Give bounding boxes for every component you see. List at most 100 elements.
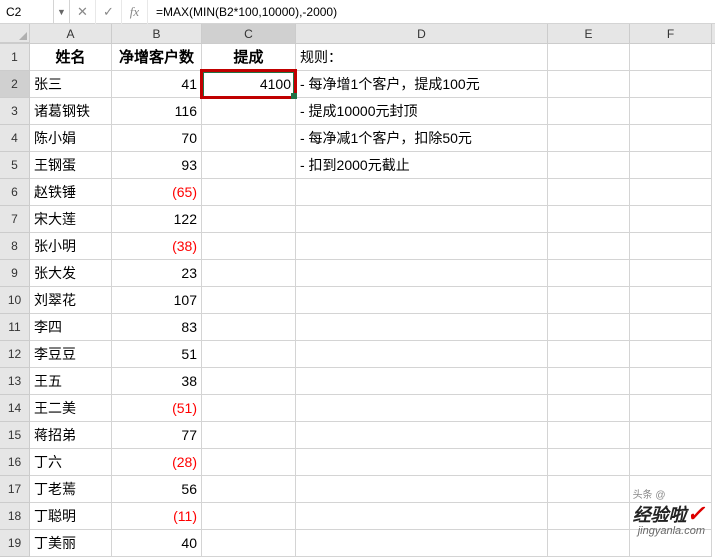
name-cell[interactable]: 丁聪明 xyxy=(30,503,112,530)
count-cell[interactable]: 51 xyxy=(112,341,202,368)
row-header[interactable]: 10 xyxy=(0,287,30,314)
cell[interactable] xyxy=(548,341,630,368)
count-cell[interactable]: 38 xyxy=(112,368,202,395)
count-cell[interactable]: 77 xyxy=(112,422,202,449)
row-header[interactable]: 7 xyxy=(0,206,30,233)
count-cell[interactable]: 122 xyxy=(112,206,202,233)
row-header[interactable]: 11 xyxy=(0,314,30,341)
name-cell[interactable]: 陈小娟 xyxy=(30,125,112,152)
cell[interactable] xyxy=(548,287,630,314)
cell[interactable] xyxy=(630,260,712,287)
commission-cell[interactable] xyxy=(202,530,296,557)
name-cell[interactable]: 王二美 xyxy=(30,395,112,422)
rules-title[interactable]: 规则： xyxy=(296,44,548,71)
row-header[interactable]: 14 xyxy=(0,395,30,422)
row-header[interactable]: 5 xyxy=(0,152,30,179)
commission-cell[interactable] xyxy=(202,125,296,152)
cell[interactable] xyxy=(630,125,712,152)
name-cell[interactable]: 诸葛钢铁 xyxy=(30,98,112,125)
cell[interactable] xyxy=(548,233,630,260)
rule-cell[interactable] xyxy=(296,314,548,341)
name-cell[interactable]: 李四 xyxy=(30,314,112,341)
commission-cell[interactable]: 4100 xyxy=(202,71,296,98)
count-cell[interactable]: (51) xyxy=(112,395,202,422)
cell[interactable] xyxy=(548,422,630,449)
cell[interactable] xyxy=(548,125,630,152)
col-header-c[interactable]: C xyxy=(202,24,296,43)
row-header[interactable]: 1 xyxy=(0,44,30,71)
name-box[interactable]: C2 xyxy=(0,0,54,23)
cell[interactable] xyxy=(548,368,630,395)
name-cell[interactable]: 张三 xyxy=(30,71,112,98)
cell[interactable] xyxy=(548,71,630,98)
cell[interactable] xyxy=(630,206,712,233)
cell[interactable] xyxy=(548,449,630,476)
rule-cell[interactable] xyxy=(296,206,548,233)
col-header-f[interactable]: F xyxy=(630,24,712,43)
cell[interactable] xyxy=(630,449,712,476)
select-all-corner[interactable] xyxy=(0,24,30,43)
header-count[interactable]: 净增客户数 xyxy=(112,44,202,71)
confirm-icon[interactable]: ✓ xyxy=(96,0,122,24)
count-cell[interactable]: 83 xyxy=(112,314,202,341)
rule-cell[interactable]: - 每净减1个客户，扣除50元 xyxy=(296,125,548,152)
rule-cell[interactable] xyxy=(296,395,548,422)
count-cell[interactable]: (28) xyxy=(112,449,202,476)
cell[interactable] xyxy=(548,179,630,206)
col-header-a[interactable]: A xyxy=(30,24,112,43)
rule-cell[interactable] xyxy=(296,476,548,503)
header-name[interactable]: 姓名 xyxy=(30,44,112,71)
name-cell[interactable]: 丁六 xyxy=(30,449,112,476)
commission-cell[interactable] xyxy=(202,206,296,233)
cell[interactable] xyxy=(630,341,712,368)
cell[interactable] xyxy=(548,395,630,422)
cell[interactable] xyxy=(630,152,712,179)
cell[interactable] xyxy=(548,314,630,341)
cell[interactable] xyxy=(630,44,712,71)
name-cell[interactable]: 张大发 xyxy=(30,260,112,287)
row-header[interactable]: 16 xyxy=(0,449,30,476)
row-header[interactable]: 2 xyxy=(0,71,30,98)
commission-cell[interactable] xyxy=(202,260,296,287)
name-cell[interactable]: 赵铁锤 xyxy=(30,179,112,206)
row-header[interactable]: 13 xyxy=(0,368,30,395)
commission-cell[interactable] xyxy=(202,422,296,449)
name-cell[interactable]: 蒋招弟 xyxy=(30,422,112,449)
commission-cell[interactable] xyxy=(202,152,296,179)
count-cell[interactable]: (11) xyxy=(112,503,202,530)
cell[interactable] xyxy=(630,368,712,395)
name-cell[interactable]: 丁老蔫 xyxy=(30,476,112,503)
rule-cell[interactable] xyxy=(296,422,548,449)
cell[interactable] xyxy=(548,206,630,233)
count-cell[interactable]: 23 xyxy=(112,260,202,287)
name-cell[interactable]: 王钢蛋 xyxy=(30,152,112,179)
rule-cell[interactable] xyxy=(296,287,548,314)
cell[interactable] xyxy=(630,395,712,422)
cell[interactable] xyxy=(630,98,712,125)
cell[interactable] xyxy=(630,71,712,98)
cell[interactable] xyxy=(630,233,712,260)
commission-cell[interactable] xyxy=(202,449,296,476)
commission-cell[interactable] xyxy=(202,98,296,125)
cancel-icon[interactable]: ✕ xyxy=(70,0,96,24)
cell[interactable] xyxy=(548,44,630,71)
col-header-d[interactable]: D xyxy=(296,24,548,43)
name-cell[interactable]: 张小明 xyxy=(30,233,112,260)
cell[interactable] xyxy=(548,98,630,125)
commission-cell[interactable] xyxy=(202,287,296,314)
name-cell[interactable]: 王五 xyxy=(30,368,112,395)
commission-cell[interactable] xyxy=(202,476,296,503)
cell[interactable] xyxy=(630,422,712,449)
cell[interactable] xyxy=(548,503,630,530)
count-cell[interactable]: 93 xyxy=(112,152,202,179)
col-header-b[interactable]: B xyxy=(112,24,202,43)
row-header[interactable]: 17 xyxy=(0,476,30,503)
commission-cell[interactable] xyxy=(202,341,296,368)
cell[interactable] xyxy=(548,530,630,557)
rule-cell[interactable] xyxy=(296,503,548,530)
commission-cell[interactable] xyxy=(202,395,296,422)
rule-cell[interactable]: - 每净增1个客户，提成100元 xyxy=(296,71,548,98)
row-header[interactable]: 18 xyxy=(0,503,30,530)
count-cell[interactable]: 41 xyxy=(112,71,202,98)
row-header[interactable]: 12 xyxy=(0,341,30,368)
